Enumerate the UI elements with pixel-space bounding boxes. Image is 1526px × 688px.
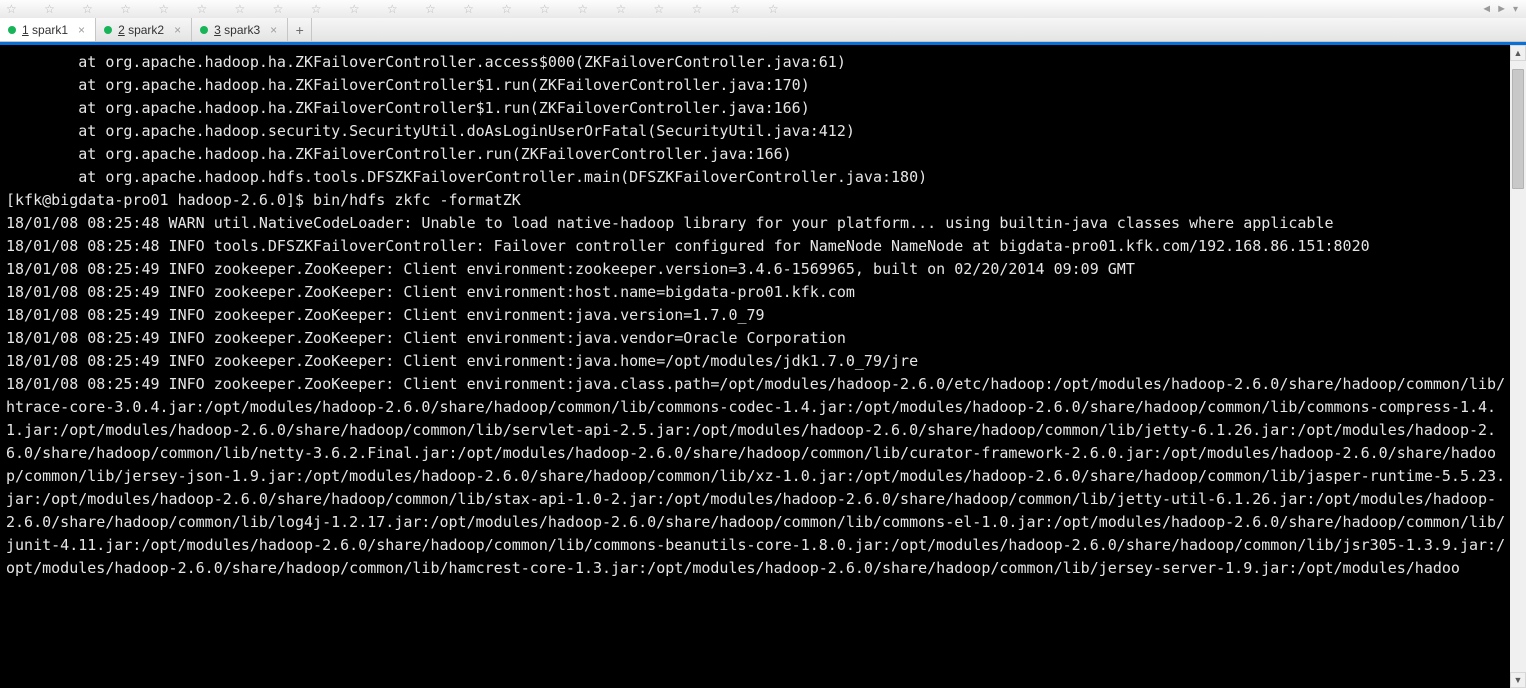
tab-label: 2 spark2	[118, 23, 164, 37]
top-toolbar: ☆ ☆ ☆ ☆ ☆ ☆ ☆ ☆ ☆ ☆ ☆ ☆ ☆ ☆ ☆ ☆ ☆ ☆ ☆ ☆ …	[0, 0, 1526, 18]
tab-spark3[interactable]: 3 spark3 ×	[192, 18, 288, 41]
scrollbar-vertical[interactable]: ▲ ▼	[1510, 45, 1526, 688]
status-dot-icon	[104, 26, 112, 34]
terminal-output[interactable]: at org.apache.hadoop.ha.ZKFailoverContro…	[0, 45, 1510, 688]
tab-spark2[interactable]: 2 spark2 ×	[96, 18, 192, 41]
tab-label: 1 spark1	[22, 23, 68, 37]
terminal-pane: at org.apache.hadoop.ha.ZKFailoverContro…	[0, 45, 1526, 688]
tab-bar: 1 spark1 × 2 spark2 × 3 spark3 × +	[0, 18, 1526, 42]
scroll-up-icon[interactable]: ▲	[1510, 45, 1526, 61]
tab-label: 3 spark3	[214, 23, 260, 37]
tab-spark1[interactable]: 1 spark1 ×	[0, 18, 96, 41]
app-window: ☆ ☆ ☆ ☆ ☆ ☆ ☆ ☆ ☆ ☆ ☆ ☆ ☆ ☆ ☆ ☆ ☆ ☆ ☆ ☆ …	[0, 0, 1526, 688]
tab-add-button[interactable]: +	[288, 18, 312, 41]
close-icon[interactable]: ×	[78, 23, 85, 37]
scroll-track[interactable]	[1510, 61, 1526, 672]
tab-nav-controls: ◄ ► ▾	[1475, 3, 1526, 15]
nav-menu-icon[interactable]: ▾	[1511, 4, 1520, 15]
status-dot-icon	[200, 26, 208, 34]
quick-launch-bar: ☆ ☆ ☆ ☆ ☆ ☆ ☆ ☆ ☆ ☆ ☆ ☆ ☆ ☆ ☆ ☆ ☆ ☆ ☆ ☆ …	[0, 2, 1475, 16]
status-dot-icon	[8, 26, 16, 34]
close-icon[interactable]: ×	[174, 23, 181, 37]
scroll-thumb[interactable]	[1512, 69, 1524, 189]
nav-prev-icon[interactable]: ◄	[1481, 3, 1492, 15]
scroll-down-icon[interactable]: ▼	[1510, 672, 1526, 688]
close-icon[interactable]: ×	[270, 23, 277, 37]
nav-next-icon[interactable]: ►	[1496, 3, 1507, 15]
